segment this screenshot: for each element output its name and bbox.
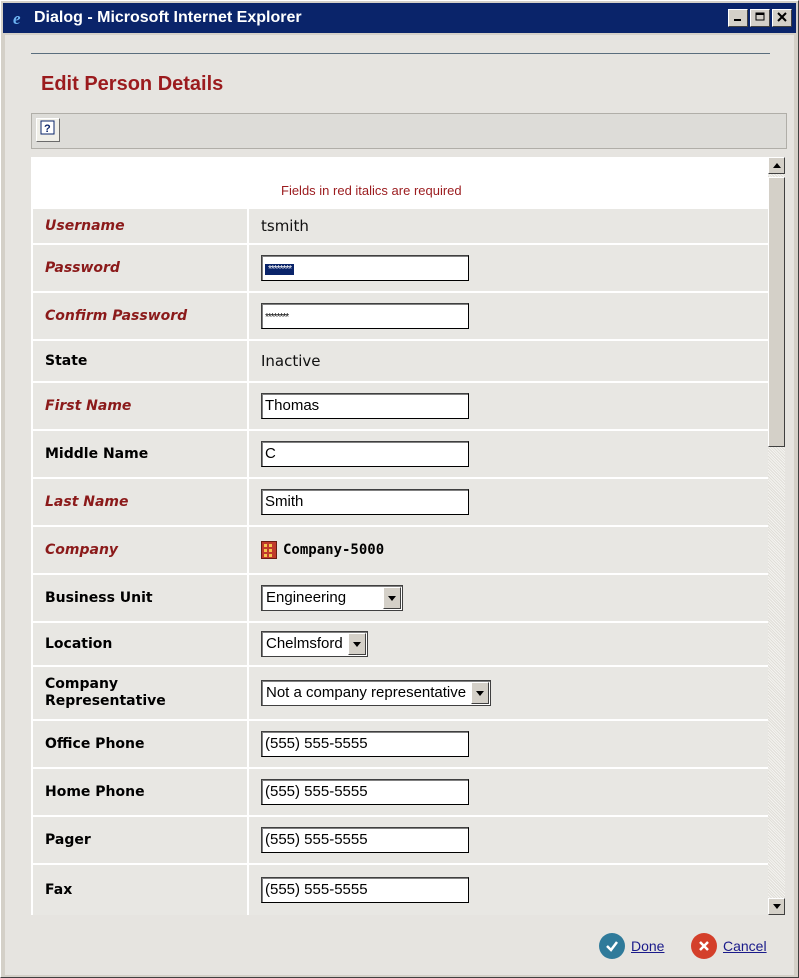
page-title: Edit Person Details (41, 73, 224, 95)
done-label[interactable]: Done (631, 938, 664, 954)
username-row: Username tsmith (33, 209, 768, 243)
confirm-password-row: Confirm Password ******** (33, 293, 768, 339)
company-representative-label: Company Representative (33, 667, 247, 719)
first-name-row: First Name Thomas (33, 383, 768, 429)
company-link[interactable]: Company-5000 (261, 541, 384, 559)
cancel-x-icon (691, 933, 717, 959)
password-field[interactable]: ******** (261, 255, 469, 281)
location-select[interactable]: Chelmsford (261, 631, 368, 657)
help-icon: ? (40, 120, 56, 141)
fax-label: Fax (33, 865, 247, 915)
middle-name-row: Middle Name C (33, 431, 768, 477)
pager-field[interactable]: (555) 555-5555 (261, 827, 469, 853)
dialog-window: e Dialog - Microsoft Internet Explorer E… (0, 0, 799, 978)
vertical-scrollbar[interactable] (768, 157, 785, 915)
svg-text:e: e (13, 9, 21, 27)
building-icon (261, 541, 277, 559)
state-label: State (33, 341, 247, 381)
header-divider (31, 53, 770, 54)
location-selected: Chelmsford (266, 635, 343, 652)
first-name-label: First Name (33, 383, 247, 429)
password-label: Password (33, 245, 247, 291)
svg-text:?: ? (44, 123, 51, 135)
toolbar: ? (31, 113, 787, 149)
window-title: Dialog - Microsoft Internet Explorer (34, 9, 302, 26)
arrow-down-icon (772, 904, 781, 909)
username-value: tsmith (261, 217, 309, 235)
help-button[interactable]: ? (36, 118, 60, 142)
company-representative-select[interactable]: Not a company representative (261, 680, 492, 706)
confirm-password-label: Confirm Password (33, 293, 247, 339)
person-form: Fields in red italics are required Usern… (31, 157, 768, 915)
company-representative-selected: Not a company representative (266, 684, 467, 701)
dropdown-arrow-icon[interactable] (383, 587, 401, 609)
scroll-thumb[interactable] (768, 177, 785, 447)
company-row: Company Company-5000 (33, 527, 768, 573)
dialog-content: Edit Person Details ? Fields in red ital… (5, 35, 794, 975)
scroll-down-button[interactable] (768, 898, 785, 915)
state-value: Inactive (261, 352, 321, 370)
location-row: Location Chelmsford (33, 623, 768, 665)
last-name-label: Last Name (33, 479, 247, 525)
pager-label: Pager (33, 817, 247, 863)
required-fields-note: Fields in red italics are required (281, 183, 462, 198)
state-row: State Inactive (33, 341, 768, 381)
checkmark-icon (599, 933, 625, 959)
username-label: Username (33, 209, 247, 243)
last-name-row: Last Name Smith (33, 479, 768, 525)
office-phone-field[interactable]: (555) 555-5555 (261, 731, 469, 757)
business-unit-select[interactable]: Engineering (261, 585, 403, 611)
home-phone-label: Home Phone (33, 769, 247, 815)
minimize-button[interactable] (728, 9, 748, 27)
maximize-button[interactable] (750, 9, 770, 27)
arrow-up-icon (772, 163, 781, 168)
cancel-button[interactable]: Cancel (691, 933, 767, 959)
scroll-up-button[interactable] (768, 157, 785, 174)
confirm-password-field[interactable]: ******** (261, 303, 469, 329)
done-button[interactable]: Done (599, 933, 664, 959)
company-value: Company-5000 (283, 542, 385, 558)
office-phone-label: Office Phone (33, 721, 247, 767)
office-phone-row: Office Phone (555) 555-5555 (33, 721, 768, 767)
business-unit-label: Business Unit (33, 575, 247, 621)
home-phone-row: Home Phone (555) 555-5555 (33, 769, 768, 815)
middle-name-field[interactable]: C (261, 441, 469, 467)
pager-row: Pager (555) 555-5555 (33, 817, 768, 863)
business-unit-row: Business Unit Engineering (33, 575, 768, 621)
close-button[interactable] (772, 9, 792, 27)
password-row: Password ******** (33, 245, 768, 291)
company-representative-row: Company Representative Not a company rep… (33, 667, 768, 719)
location-label: Location (33, 623, 247, 665)
last-name-field[interactable]: Smith (261, 489, 469, 515)
form-scroll-pane[interactable]: Fields in red italics are required Usern… (31, 157, 785, 915)
dropdown-arrow-icon[interactable] (471, 682, 490, 704)
dropdown-arrow-icon[interactable] (347, 633, 366, 655)
fax-field[interactable]: (555) 555-5555 (261, 877, 469, 903)
home-phone-field[interactable]: (555) 555-5555 (261, 779, 469, 805)
window-controls (728, 9, 792, 27)
first-name-field[interactable]: Thomas (261, 393, 469, 419)
title-bar[interactable]: e Dialog - Microsoft Internet Explorer (3, 3, 796, 33)
internet-explorer-icon: e (9, 8, 29, 28)
cancel-label[interactable]: Cancel (723, 938, 767, 954)
middle-name-label: Middle Name (33, 431, 247, 477)
fax-row: Fax (555) 555-5555 (33, 865, 768, 915)
company-label: Company (33, 527, 247, 573)
business-unit-selected: Engineering (266, 589, 347, 606)
